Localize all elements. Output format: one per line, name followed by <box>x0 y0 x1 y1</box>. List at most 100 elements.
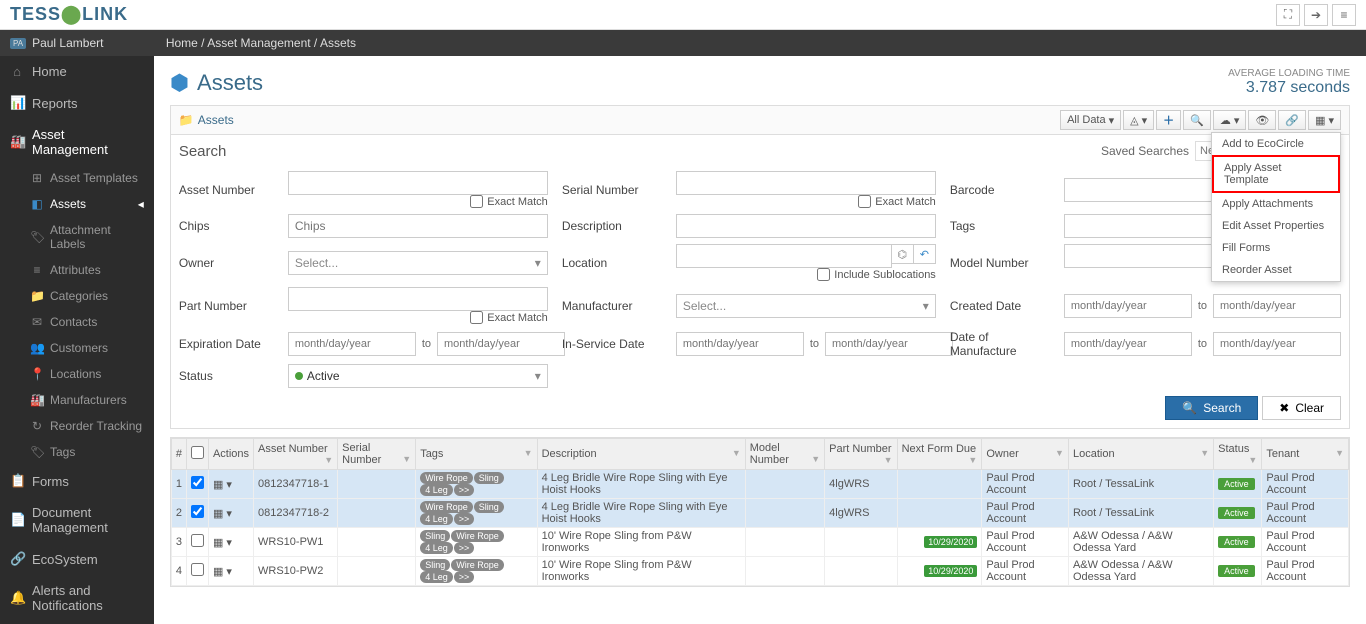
hierarchy-btn[interactable]: ◬ ▾ <box>1123 110 1154 130</box>
tag[interactable]: Wire Rope <box>420 501 473 513</box>
chk-exact-serial[interactable] <box>858 195 871 208</box>
sel-owner[interactable]: Select...▾ <box>288 251 548 275</box>
dd-add-ecocircle[interactable]: Add to EcoCircle <box>1212 133 1340 155</box>
filter-icon[interactable]: ▼ <box>1335 448 1344 458</box>
nav-asset-mgmt[interactable]: 🏭Asset Management <box>0 119 154 165</box>
row-checkbox[interactable] <box>191 476 204 489</box>
nav-forms[interactable]: 📋Forms <box>0 465 154 497</box>
tag[interactable]: 4 Leg <box>420 571 453 583</box>
tag[interactable]: >> <box>454 484 475 496</box>
dd-fill-forms[interactable]: Fill Forms <box>1212 237 1340 259</box>
loc-tree-btn[interactable]: ⌬ <box>892 244 914 264</box>
filter-icon[interactable]: ▼ <box>732 448 741 458</box>
sidebar-manufacturers[interactable]: 🏭Manufacturers <box>0 387 154 413</box>
row-action-menu[interactable]: ▾ <box>226 508 232 520</box>
all-data-dropdown[interactable]: All Data ▾ <box>1060 110 1121 130</box>
col-header[interactable]: Tags▼ <box>416 439 537 470</box>
sidebar-locations[interactable]: 📍Locations <box>0 361 154 387</box>
nav-ecosystem[interactable]: 🔗EcoSystem <box>0 543 154 575</box>
tag[interactable]: >> <box>454 513 475 525</box>
col-header[interactable]: Status▼ <box>1214 439 1262 470</box>
row-action-icon[interactable]: ▦ <box>213 479 223 491</box>
filter-icon[interactable]: ▼ <box>811 454 820 464</box>
sidebar-attributes[interactable]: ≡Attributes <box>0 257 154 283</box>
filter-icon[interactable]: ▼ <box>1248 455 1257 465</box>
col-header[interactable]: Owner▼ <box>982 439 1069 470</box>
row-action-menu[interactable]: ▾ <box>226 479 232 491</box>
inp-ins-from[interactable] <box>676 332 804 356</box>
select-all[interactable] <box>191 446 204 459</box>
tag[interactable]: 4 Leg <box>420 513 453 525</box>
tag[interactable]: Sling <box>474 472 504 484</box>
inp-exp-from[interactable] <box>288 332 416 356</box>
chk-exact-asset[interactable] <box>470 195 483 208</box>
row-action-icon[interactable]: ▦ <box>213 566 223 578</box>
row-checkbox[interactable] <box>191 563 204 576</box>
tag[interactable]: 4 Leg <box>420 484 453 496</box>
inp-ins-to[interactable] <box>825 332 953 356</box>
sidebar-attachment-labels[interactable]: 🏷Attachment Labels <box>0 217 154 257</box>
sel-mfr[interactable]: Select...▾ <box>676 294 936 318</box>
inp-part[interactable] <box>288 287 548 311</box>
col-header[interactable]: Location▼ <box>1068 439 1213 470</box>
filter-icon[interactable]: ▼ <box>1055 448 1064 458</box>
row-action-icon[interactable]: ▦ <box>213 508 223 520</box>
filter-icon[interactable]: ▼ <box>402 454 411 464</box>
row-action-icon[interactable]: ▦ <box>213 537 223 549</box>
sidebar-contacts[interactable]: ✉Contacts <box>0 309 154 335</box>
inp-created-to[interactable] <box>1213 294 1341 318</box>
col-header[interactable]: Asset Number▼ <box>254 439 338 470</box>
filter-icon[interactable]: ▼ <box>324 455 333 465</box>
dd-apply-attachments[interactable]: Apply Attachments <box>1212 193 1340 215</box>
add-btn[interactable]: ＋ <box>1156 110 1181 130</box>
col-header[interactable]: Tenant▼ <box>1262 439 1349 470</box>
col-header[interactable] <box>186 439 208 470</box>
nav-home[interactable]: ⌂Home <box>0 56 154 87</box>
col-header[interactable]: # <box>171 439 186 470</box>
link-btn[interactable]: 🔗 <box>1278 110 1306 130</box>
filter-icon[interactable]: ▼ <box>1200 448 1209 458</box>
nav-doc-mgmt[interactable]: 📄Document Management <box>0 497 154 543</box>
col-header[interactable]: Model Number▼ <box>745 439 824 470</box>
inp-chips[interactable] <box>288 214 548 238</box>
inp-exp-to[interactable] <box>437 332 565 356</box>
cloud-btn[interactable]: ☁ ▾ <box>1213 110 1247 130</box>
tag[interactable]: 4 Leg <box>420 542 453 554</box>
crumb-home[interactable]: Home <box>166 36 198 50</box>
inp-serial[interactable] <box>676 171 936 195</box>
inp-created-from[interactable] <box>1064 294 1192 318</box>
tag[interactable]: >> <box>454 542 475 554</box>
col-header[interactable]: Serial Number▼ <box>338 439 416 470</box>
inp-dom-from[interactable] <box>1064 332 1192 356</box>
tag[interactable]: Sling <box>474 501 504 513</box>
sidebar-reorder[interactable]: ↻Reorder Tracking <box>0 413 154 439</box>
table-row[interactable]: 2▦ ▾0812347718-2Wire RopeSling4 Leg>>4 L… <box>171 499 1348 528</box>
tag[interactable]: Wire Rope <box>420 472 473 484</box>
clear-button[interactable]: ✖Clear <box>1262 396 1341 420</box>
inp-asset-number[interactable] <box>288 171 548 195</box>
fullscreen-icon[interactable]: ⛶ <box>1276 4 1300 26</box>
inp-location[interactable] <box>676 244 892 268</box>
search-btn[interactable]: 🔍 <box>1183 110 1211 130</box>
eye-btn[interactable]: 👁 <box>1248 110 1276 130</box>
nav-alerts[interactable]: 🔔Alerts and Notifications <box>0 575 154 621</box>
tag[interactable]: Sling <box>420 559 450 571</box>
sidebar-customers[interactable]: 👥Customers <box>0 335 154 361</box>
col-header[interactable]: Actions <box>208 439 253 470</box>
col-header[interactable]: Description▼ <box>537 439 745 470</box>
chk-exact-part[interactable] <box>470 311 483 324</box>
user-row[interactable]: PA Paul Lambert <box>0 30 154 56</box>
dd-apply-template[interactable]: Apply Asset Template <box>1212 155 1340 193</box>
tag[interactable]: Sling <box>420 530 450 542</box>
filter-icon[interactable]: ▼ <box>968 455 977 465</box>
exit-icon[interactable]: ➔ <box>1304 4 1328 26</box>
row-action-menu[interactable]: ▾ <box>226 566 232 578</box>
table-row[interactable]: 4▦ ▾WRS10-PW2SlingWire Rope4 Leg>>10' Wi… <box>171 557 1348 586</box>
row-action-menu[interactable]: ▾ <box>226 537 232 549</box>
sidebar-tags[interactable]: 🏷Tags <box>0 439 154 465</box>
dd-edit-properties[interactable]: Edit Asset Properties <box>1212 215 1340 237</box>
table-row[interactable]: 3▦ ▾WRS10-PW1SlingWire Rope4 Leg>>10' Wi… <box>171 528 1348 557</box>
tag[interactable]: >> <box>454 571 475 583</box>
filter-icon[interactable]: ▼ <box>524 448 533 458</box>
tag[interactable]: Wire Rope <box>451 530 504 542</box>
